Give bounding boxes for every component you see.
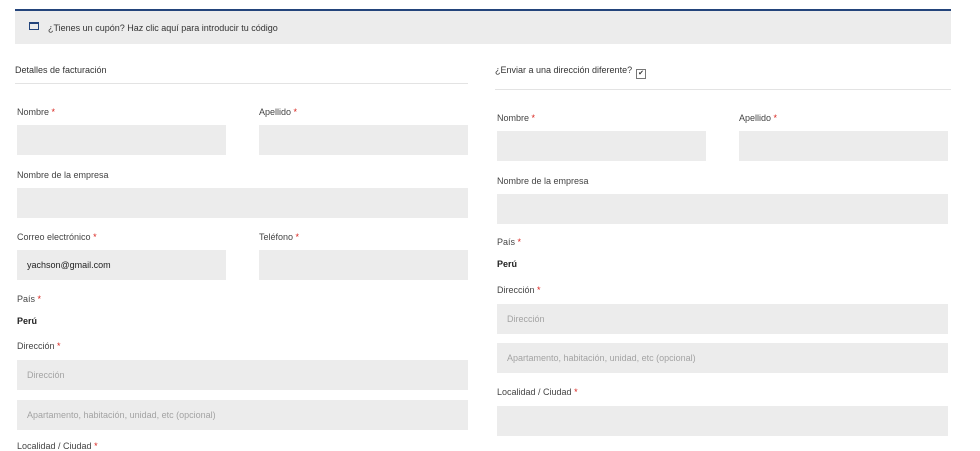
required-marker: * <box>57 341 61 351</box>
shipping-company-input[interactable] <box>497 194 948 224</box>
billing-address-label: Dirección * <box>17 341 61 351</box>
billing-address2-input[interactable]: Apartamento, habitación, unidad, etc (op… <box>17 400 468 430</box>
required-marker: * <box>293 107 298 117</box>
billing-address-placeholder: Dirección <box>27 370 65 380</box>
billing-divider <box>15 83 468 84</box>
billing-address-input[interactable]: Dirección <box>17 360 468 390</box>
coupon-icon <box>29 22 39 30</box>
billing-email-input[interactable]: yachson@gmail.com <box>17 250 226 280</box>
billing-title: Detalles de facturación <box>15 65 107 75</box>
billing-address2-placeholder: Apartamento, habitación, unidad, etc (op… <box>27 410 216 420</box>
billing-country-value: Perú <box>17 316 38 326</box>
shipping-last-name-input[interactable] <box>739 131 948 161</box>
required-marker: * <box>37 294 42 304</box>
shipping-address-input[interactable]: Dirección <box>497 304 948 334</box>
shipping-address-label: Dirección * <box>497 285 541 295</box>
billing-first-name-label: Nombre * <box>17 107 56 117</box>
billing-company-input[interactable] <box>17 188 468 218</box>
shipping-company-label: Nombre de la empresa <box>497 176 589 186</box>
coupon-notice: ¿Tienes un cupón? Haz clic aquí para int… <box>15 9 951 44</box>
required-marker: * <box>93 232 97 242</box>
shipping-first-name-input[interactable] <box>497 131 706 161</box>
shipping-divider <box>495 89 951 90</box>
required-marker: * <box>94 441 98 451</box>
billing-city-label: Localidad / Ciudad * <box>17 441 98 451</box>
shipping-last-name-label: Apellido * <box>739 113 778 123</box>
billing-phone-input[interactable] <box>259 250 468 280</box>
required-marker: * <box>51 107 56 117</box>
billing-country-label: País * <box>17 294 42 304</box>
required-marker: * <box>574 387 578 397</box>
ship-different-checkbox[interactable]: ✔ <box>636 69 647 79</box>
billing-last-name-input[interactable] <box>259 125 468 155</box>
required-marker: * <box>295 232 300 242</box>
billing-phone-label: Teléfono * <box>259 232 300 242</box>
required-marker: * <box>773 113 778 123</box>
shipping-address-placeholder: Dirección <box>507 314 545 324</box>
billing-email-label: Correo electrónico * <box>17 232 97 242</box>
required-marker: * <box>537 285 541 295</box>
required-marker: * <box>531 113 536 123</box>
coupon-link[interactable]: ¿Tienes un cupón? Haz clic aquí para int… <box>48 23 278 33</box>
shipping-country-value: Perú <box>497 259 518 269</box>
billing-company-label: Nombre de la empresa <box>17 170 109 180</box>
required-marker: * <box>517 237 522 247</box>
shipping-address2-input[interactable]: Apartamento, habitación, unidad, etc (op… <box>497 343 948 373</box>
shipping-title: ¿Enviar a una dirección diferente? ✔ <box>495 65 647 79</box>
shipping-city-input[interactable] <box>497 406 948 436</box>
shipping-first-name-label: Nombre * <box>497 113 536 123</box>
shipping-address2-placeholder: Apartamento, habitación, unidad, etc (op… <box>507 353 696 363</box>
billing-first-name-input[interactable] <box>17 125 226 155</box>
shipping-city-label: Localidad / Ciudad * <box>497 387 578 397</box>
shipping-country-label: País * <box>497 237 522 247</box>
billing-last-name-label: Apellido * <box>259 107 298 117</box>
billing-email-value: yachson@gmail.com <box>27 260 111 270</box>
